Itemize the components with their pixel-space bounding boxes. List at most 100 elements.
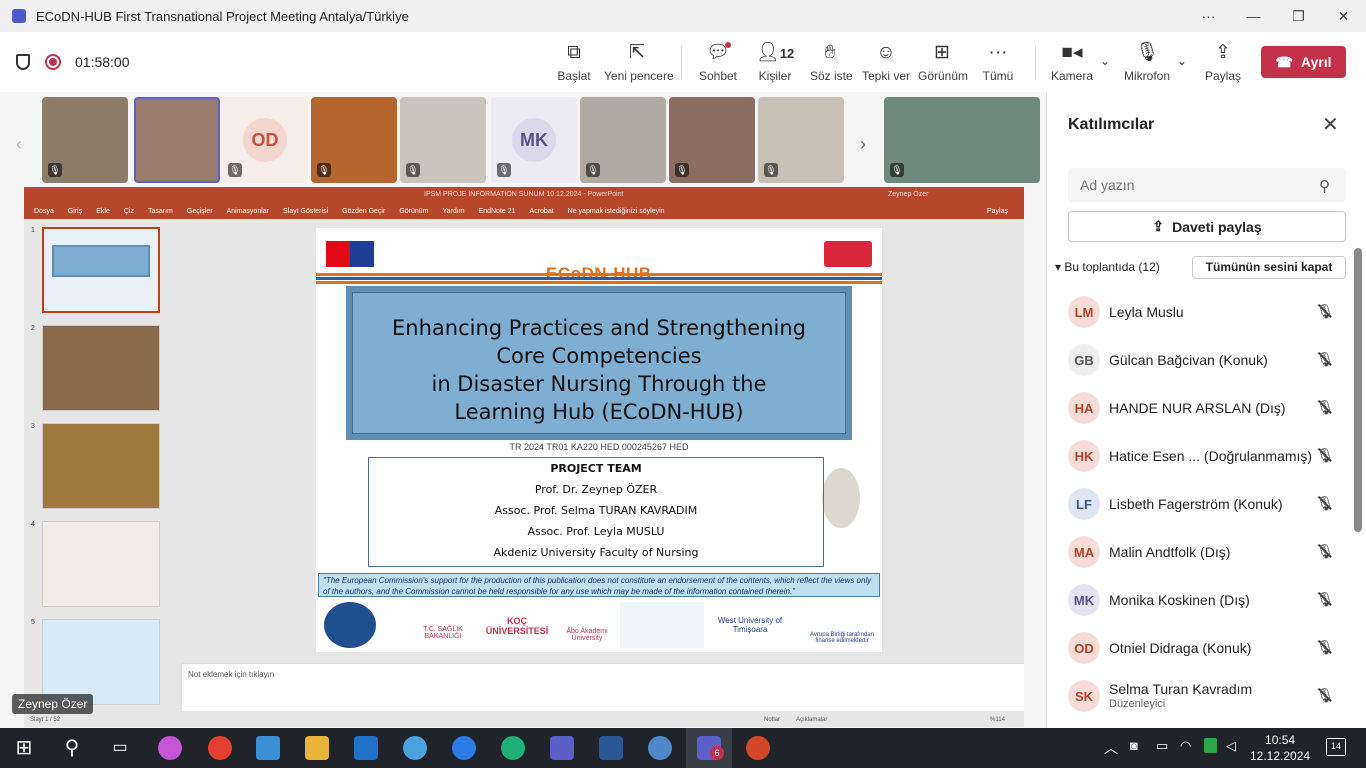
- participant-video-tile[interactable]: 🎙︎: [758, 97, 844, 183]
- in-meeting-section-header[interactable]: ▾ Bu toplantıda (12): [1055, 260, 1160, 274]
- self-video-tile[interactable]: 🎙︎: [884, 97, 1040, 183]
- powerpoint-user: Zeynep Özer: [888, 191, 929, 198]
- mute-all-button[interactable]: Tümünün sesini kapat: [1192, 256, 1346, 279]
- participant-avatar-tile[interactable]: MK 🎙︎: [491, 97, 577, 183]
- new-window-button[interactable]: ⇱ Yeni pencere: [604, 42, 674, 83]
- team-member: Prof. Dr. Zeynep ÖZER: [534, 483, 658, 496]
- leave-label: Ayrıl: [1300, 54, 1332, 70]
- slide-title-line: Learning Hub (ECoDN-HUB): [454, 400, 744, 424]
- participant-row[interactable]: MK Monika Koskinen (Dış) 🎙︎: [1068, 576, 1358, 624]
- copilot-icon[interactable]: [158, 736, 182, 760]
- teams-app-icon: [12, 9, 26, 23]
- globe-icon[interactable]: [648, 736, 672, 760]
- leave-button[interactable]: ☎ Ayrıl: [1261, 46, 1346, 78]
- participant-video-tile[interactable]: 🎙︎: [311, 97, 397, 183]
- task-view-icon[interactable]: ▭: [108, 736, 132, 760]
- share-label: Paylaş: [1205, 69, 1242, 83]
- mic-muted-icon[interactable]: 🎙︎: [1315, 444, 1335, 466]
- close-panel-icon[interactable]: ✕: [1322, 112, 1339, 137]
- internet-explorer-icon[interactable]: [452, 736, 476, 760]
- slide-thumbnail: [42, 325, 160, 411]
- share-invite-button[interactable]: ⇪ Daveti paylaş: [1068, 211, 1346, 242]
- search-icon[interactable]: ⚲: [60, 736, 84, 760]
- view-button[interactable]: ⊞ Görünüm: [918, 42, 969, 83]
- present-label: Başlat: [557, 69, 591, 83]
- minimize-button[interactable]: —: [1231, 0, 1276, 32]
- share-button[interactable]: ⇪ Paylaş: [1205, 42, 1241, 83]
- camera-button[interactable]: ■◂ Kamera: [1050, 42, 1094, 83]
- mic-muted-icon[interactable]: 🎙︎: [1315, 588, 1335, 610]
- react-button[interactable]: ☺ Tepki ver: [862, 42, 910, 83]
- security-shield-icon[interactable]: [1204, 738, 1217, 753]
- strip-prev-arrow[interactable]: ‹: [16, 134, 22, 155]
- chat-button[interactable]: 💬︎ Sohbet: [698, 42, 738, 83]
- participant-avatar: OD: [1068, 632, 1100, 664]
- microphone-button[interactable]: 🎙︎ Mikrofon: [1122, 42, 1172, 83]
- file-explorer-icon[interactable]: [305, 736, 329, 760]
- participant-video-tile-active[interactable]: [134, 97, 220, 183]
- mic-muted-icon[interactable]: 🎙︎: [1315, 396, 1335, 418]
- more-icon: ···: [988, 42, 1008, 63]
- more-options-icon[interactable]: ···: [1186, 0, 1231, 32]
- app-icon[interactable]: [403, 736, 427, 760]
- battery-icon[interactable]: ▭: [1156, 738, 1168, 754]
- edge-icon[interactable]: [501, 736, 525, 760]
- volume-icon[interactable]: ◁: [1226, 738, 1236, 754]
- participant-row[interactable]: LF Lisbeth Fagerström (Konuk) 🎙︎: [1068, 480, 1358, 528]
- zoom-level: %114: [990, 717, 1005, 723]
- app-icon[interactable]: [256, 736, 280, 760]
- participant-row[interactable]: OD Otniel Didraga (Konuk) 🎙︎: [1068, 624, 1358, 672]
- participant-row[interactable]: HA HANDE NUR ARSLAN (Dış) 🎙︎: [1068, 384, 1358, 432]
- teams-meeting-taskbar-item[interactable]: 6: [686, 728, 732, 768]
- mic-muted-icon: 🎙︎: [228, 163, 242, 177]
- akdeniz-university-logo: [324, 602, 376, 648]
- mic-options-chevron[interactable]: ⌄: [1175, 42, 1189, 72]
- participant-row[interactable]: SK Selma Turan Kavradım Düzenleyici 🎙︎: [1068, 672, 1358, 720]
- tray-chevron-up-icon[interactable]: ︿: [1104, 738, 1118, 758]
- mic-muted-icon[interactable]: 🎙︎: [1315, 540, 1335, 562]
- participant-row[interactable]: HK Hatice Esen ... (Doğrulanmamış) 🎙︎: [1068, 432, 1358, 480]
- participant-row[interactable]: MA Malin Andtfolk (Dış) 🎙︎: [1068, 528, 1358, 576]
- wifi-icon[interactable]: ◠: [1180, 738, 1191, 754]
- powerpoint-status-bar: Slayt 1 / 52 Notlar Açıklamalar %114: [24, 715, 1024, 727]
- chat-unread-dot: [725, 42, 731, 48]
- participant-video-tile[interactable]: 🎙︎: [400, 97, 486, 183]
- windows-start-icon[interactable]: ⊞: [12, 736, 36, 760]
- maximize-button[interactable]: ❐: [1276, 0, 1321, 32]
- search-icon[interactable]: ⚲: [1319, 177, 1330, 195]
- chrome-icon[interactable]: [208, 736, 232, 760]
- notifications-icon[interactable]: 14: [1326, 738, 1346, 756]
- participant-search-input[interactable]: [1068, 168, 1346, 202]
- meeting-timer: 01:58:00: [75, 54, 130, 70]
- word-icon[interactable]: [599, 736, 623, 760]
- mail-icon[interactable]: [354, 736, 378, 760]
- participant-avatar-tile[interactable]: OD 🎙︎: [222, 97, 308, 183]
- view-label: Görünüm: [918, 69, 969, 83]
- raise-hand-icon: ✋︎: [824, 42, 836, 63]
- powerpoint-icon[interactable]: [746, 736, 770, 760]
- more-label: Tümü: [982, 69, 1014, 83]
- panel-scrollbar[interactable]: [1354, 248, 1362, 532]
- camera-options-chevron[interactable]: ⌄: [1098, 42, 1112, 72]
- mic-muted-icon[interactable]: 🎙︎: [1315, 300, 1335, 322]
- mic-muted-icon[interactable]: 🎙︎: [1315, 636, 1335, 658]
- strip-next-arrow[interactable]: ›: [860, 134, 866, 155]
- close-window-button[interactable]: ✕: [1321, 0, 1366, 32]
- participant-row[interactable]: GB Gülcan Bağcivan (Konuk) 🎙︎: [1068, 336, 1358, 384]
- present-button[interactable]: ⧉ Başlat: [556, 42, 592, 83]
- more-button[interactable]: ··· Tümü: [982, 42, 1014, 83]
- participant-video-tile[interactable]: 🎙︎: [580, 97, 666, 183]
- participant-video-tile[interactable]: 🎙︎: [669, 97, 755, 183]
- mic-muted-icon[interactable]: 🎙︎: [1315, 684, 1335, 706]
- system-clock[interactable]: 10:54 12.12.2024: [1250, 732, 1310, 764]
- camera-tray-icon[interactable]: ◙: [1130, 738, 1138, 753]
- eu-flag: [350, 241, 374, 267]
- teams-icon[interactable]: [550, 736, 574, 760]
- people-button[interactable]: 👤︎12 Kişiler: [752, 42, 798, 101]
- participant-video-tile[interactable]: 🎙︎: [42, 97, 128, 183]
- participant-row[interactable]: LM Leyla Muslu 🎙︎: [1068, 288, 1358, 336]
- mic-muted-icon[interactable]: 🎙︎: [1315, 492, 1335, 514]
- raise-hand-button[interactable]: ✋︎ Söz iste: [810, 42, 853, 83]
- mic-muted-icon[interactable]: 🎙︎: [1315, 348, 1335, 370]
- meeting-toolbar: 01:58:00 ⧉ Başlat ⇱ Yeni pencere 💬︎ Sohb…: [0, 32, 1366, 101]
